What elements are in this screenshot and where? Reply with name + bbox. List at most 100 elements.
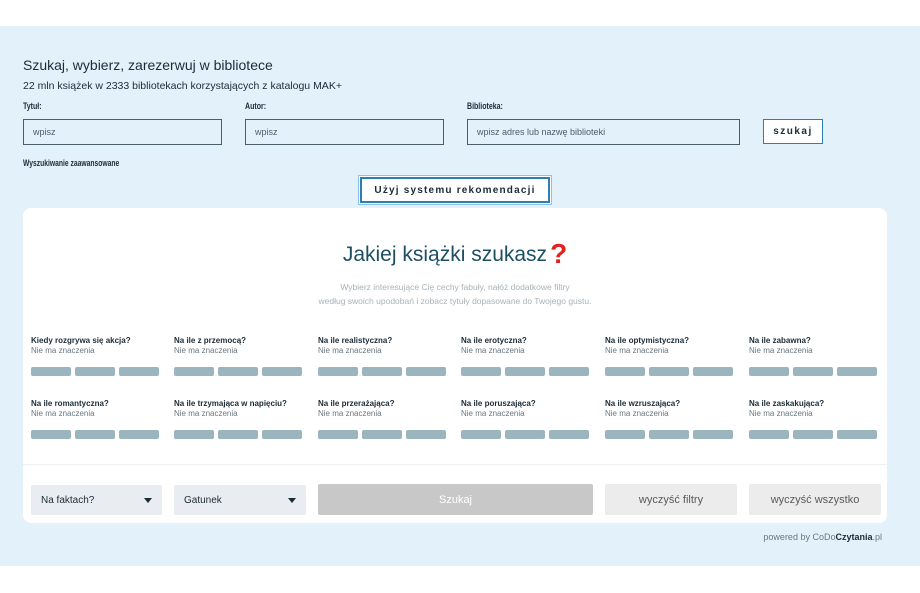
genre-select[interactable]: Gatunek [174,485,306,515]
brand-part1: CoDo [812,532,836,542]
feature-filter: Na ile realistyczna? Nie ma znaczenia [318,336,450,378]
filter-question: Na ile zaskakująca? [749,399,825,408]
filter-scale [31,430,159,439]
recommender-description: Wybierz interesujące Cię cechy fabuły, n… [23,280,887,308]
filter-scale [318,430,446,439]
filter-value: Nie ma znaczenia [605,409,669,418]
feature-filter: Na ile wzruszająca? Nie ma znaczenia [605,399,737,441]
filter-scale [31,367,159,376]
page-subtitle: 22 mln książek w 2333 bibliotekach korzy… [23,80,342,92]
filter-segment[interactable] [549,430,589,439]
filter-segment[interactable] [174,430,214,439]
filter-value: Nie ma znaczenia [461,346,525,355]
filter-question: Kiedy rozgrywa się akcja? [31,336,131,345]
filter-value: Nie ma znaczenia [605,346,669,355]
filter-segment[interactable] [837,430,877,439]
filter-segment[interactable] [461,367,501,376]
filter-question: Na ile przerażająca? [318,399,395,408]
filter-segment[interactable] [31,430,71,439]
caret-down-icon [144,497,152,503]
clear-filters-button[interactable]: wyczyść filtry [605,484,737,515]
filter-value: Nie ma znaczenia [318,409,382,418]
filter-segment[interactable] [406,367,446,376]
description-line-1: Wybierz interesujące Cię cechy fabuły, n… [340,282,570,292]
filter-segment[interactable] [218,430,258,439]
feature-filter: Na ile erotyczna? Nie ma znaczenia [461,336,593,378]
filter-segment[interactable] [549,367,589,376]
filter-segment[interactable] [406,430,446,439]
brand-part2: Czytania [835,532,873,542]
filter-question: Na ile zabawna? [749,336,811,345]
filter-segment[interactable] [318,430,358,439]
library-label: Biblioteka: [467,101,503,111]
filter-segment[interactable] [649,430,689,439]
feature-filter: Kiedy rozgrywa się akcja? Nie ma znaczeni… [31,336,163,378]
title-input[interactable] [23,119,222,145]
filter-value: Nie ma znaczenia [749,409,813,418]
filter-segment[interactable] [749,367,789,376]
filter-segment[interactable] [693,430,733,439]
filter-segment[interactable] [75,367,115,376]
filter-segment[interactable] [793,367,833,376]
recommender-title: Jakiej książki szukasz? [23,238,887,270]
filter-question: Na ile z przemocą? [174,336,247,345]
advanced-search-link[interactable]: Wyszukiwanie zaawansowane [23,158,119,168]
filter-segment[interactable] [693,367,733,376]
filter-segment[interactable] [262,430,302,439]
filter-segment[interactable] [262,367,302,376]
question-mark-icon: ? [550,238,568,269]
filter-segment[interactable] [362,430,402,439]
author-input[interactable] [245,119,444,145]
filter-segment[interactable] [605,430,645,439]
recommendation-system-button[interactable]: Użyj systemu rekomendacji [360,177,550,203]
filter-question: Na ile wzruszająca? [605,399,681,408]
filter-segment[interactable] [362,367,402,376]
page-title: Szukaj, wybierz, zarezerwuj w bibliotece [23,57,273,73]
brand-suffix: .pl [872,532,882,542]
library-input[interactable] [467,119,740,145]
feature-filter: Na ile romantyczna? Nie ma znaczenia [31,399,163,441]
search-button[interactable]: szukaj [763,119,823,144]
filter-scale [461,430,589,439]
recommender-card: Jakiej książki szukasz? Wybierz interesu… [23,208,887,523]
filter-value: Nie ma znaczenia [749,346,813,355]
filter-question: Na ile trzymająca w napięciu? [174,399,287,408]
recommender-search-button[interactable]: Szukaj [318,484,593,515]
filter-segment[interactable] [749,430,789,439]
filter-scale [605,367,733,376]
facts-select-label: Na faktach? [41,494,95,506]
filter-segment[interactable] [505,367,545,376]
filter-segment[interactable] [649,367,689,376]
feature-filter: Na ile poruszająca? Nie ma znaczenia [461,399,593,441]
filter-scale [174,430,302,439]
feature-filter: Na ile zaskakująca? Nie ma znaczenia [749,399,881,441]
filter-segment[interactable] [793,430,833,439]
feature-filter: Na ile trzymająca w napięciu? Nie ma znac… [174,399,306,441]
clear-all-button[interactable]: wyczyść wszystko [749,484,881,515]
filter-question: Na ile erotyczna? [461,336,527,345]
filter-segment[interactable] [318,367,358,376]
filter-segment[interactable] [31,367,71,376]
filter-segment[interactable] [119,367,159,376]
filter-value: Nie ma znaczenia [318,346,382,355]
filter-scale [174,367,302,376]
title-label: Tytuł: [23,101,42,111]
feature-filter: Na ile optymistyczna? Nie ma znaczenia [605,336,737,378]
filter-segment[interactable] [505,430,545,439]
powered-by: powered by CoDoCzytania.pl [763,532,882,542]
filter-scale [749,430,877,439]
filter-segment[interactable] [605,367,645,376]
filter-question: Na ile realistyczna? [318,336,393,345]
recommender-title-text: Jakiej książki szukasz [342,243,548,266]
filter-segment[interactable] [218,367,258,376]
filter-segment[interactable] [174,367,214,376]
filter-segment[interactable] [461,430,501,439]
filter-segment[interactable] [75,430,115,439]
facts-select[interactable]: Na faktach? [31,485,162,515]
filter-value: Nie ma znaczenia [461,409,525,418]
author-label: Autor: [245,101,267,111]
filter-segment[interactable] [837,367,877,376]
filter-value: Nie ma znaczenia [31,409,95,418]
filter-question: Na ile poruszająca? [461,399,536,408]
filter-segment[interactable] [119,430,159,439]
